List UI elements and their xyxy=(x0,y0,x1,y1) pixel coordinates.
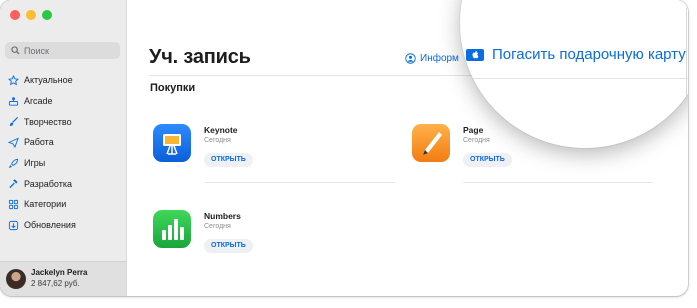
app-name: Keynote xyxy=(204,125,238,135)
sidebar-item-label: Разработка xyxy=(24,178,72,189)
sidebar: Поиск Актуальное Arcade Творчество Работ… xyxy=(0,0,127,296)
sidebar-item-label: Творчество xyxy=(24,116,72,127)
account-button[interactable]: Jackelyn Perra 2 847,62 руб. xyxy=(0,261,126,296)
numbers-app-icon xyxy=(153,210,191,248)
sidebar-item-categories[interactable]: Категории xyxy=(8,194,76,215)
sidebar-item-games[interactable]: Игры xyxy=(8,153,76,174)
row-divider xyxy=(205,182,395,183)
sidebar-item-arcade[interactable]: Arcade xyxy=(8,91,76,112)
app-store-window: Поиск Актуальное Arcade Творчество Работ… xyxy=(0,0,688,296)
app-name: Numbers xyxy=(204,211,241,221)
zoom-button[interactable] xyxy=(42,10,52,20)
arcade-icon xyxy=(8,96,19,106)
sidebar-item-label: Arcade xyxy=(24,96,53,107)
avatar xyxy=(6,269,26,289)
search-input[interactable]: Поиск xyxy=(5,42,120,59)
search-placeholder: Поиск xyxy=(24,45,49,56)
open-keynote-button[interactable]: ОТКРЫТЬ xyxy=(204,153,253,167)
section-title: Покупки xyxy=(150,82,196,94)
paintbrush-icon xyxy=(9,117,19,127)
close-button[interactable] xyxy=(10,10,20,20)
sidebar-item-work[interactable]: Работа xyxy=(8,132,76,153)
download-icon xyxy=(8,220,19,230)
minimize-button[interactable] xyxy=(26,10,36,20)
open-pages-button[interactable]: ОТКРЫТЬ xyxy=(463,153,512,167)
row-divider xyxy=(463,182,653,183)
sidebar-nav: Актуальное Arcade Творчество Работа Игры… xyxy=(8,70,76,236)
sidebar-item-label: Категории xyxy=(24,199,67,210)
redeem-gift-card-link[interactable]: Погасить подарочную карту xyxy=(466,46,686,63)
paperplane-icon xyxy=(8,137,19,148)
keynote-app-icon xyxy=(153,124,191,162)
pages-app-icon xyxy=(412,124,450,162)
account-balance: 2 847,62 руб. xyxy=(31,279,80,288)
sidebar-item-updates[interactable]: Обновления xyxy=(8,215,76,236)
account-name: Jackelyn Perra xyxy=(31,268,88,277)
sidebar-item-label: Игры xyxy=(24,158,46,169)
apple-gift-card-icon xyxy=(466,48,484,61)
window-controls xyxy=(10,10,52,20)
view-information-link[interactable]: Информ xyxy=(405,53,459,64)
page-title: Уч. запись xyxy=(149,46,251,68)
purchase-item-keynote: Keynote Сегодня ОТКРЫТЬ xyxy=(153,124,393,184)
info-link-label: Информ xyxy=(420,53,459,64)
magnified-divider xyxy=(460,78,688,79)
magnifier-callout: Погасить подарочную карту xyxy=(460,0,688,148)
sidebar-item-label: Актуальное xyxy=(24,75,73,86)
app-date: Сегодня xyxy=(204,137,231,144)
redeem-label: Погасить подарочную карту xyxy=(492,46,686,63)
app-date: Сегодня xyxy=(204,223,231,230)
magnified-window-edge xyxy=(686,8,687,148)
open-numbers-button[interactable]: ОТКРЫТЬ xyxy=(204,239,253,253)
sidebar-item-label: Обновления xyxy=(24,220,76,231)
sidebar-item-label: Работа xyxy=(24,137,54,148)
purchase-item-numbers: Numbers Сегодня ОТКРЫТЬ xyxy=(153,210,393,270)
grid-icon xyxy=(8,199,19,210)
rocket-icon xyxy=(8,158,19,168)
sidebar-item-create[interactable]: Творчество xyxy=(8,111,76,132)
sidebar-item-discover[interactable]: Актуальное xyxy=(8,70,76,91)
star-icon xyxy=(8,74,19,86)
search-icon xyxy=(11,46,20,55)
person-circle-icon xyxy=(405,53,416,64)
hammer-icon xyxy=(9,179,18,189)
sidebar-item-develop[interactable]: Разработка xyxy=(8,173,76,194)
